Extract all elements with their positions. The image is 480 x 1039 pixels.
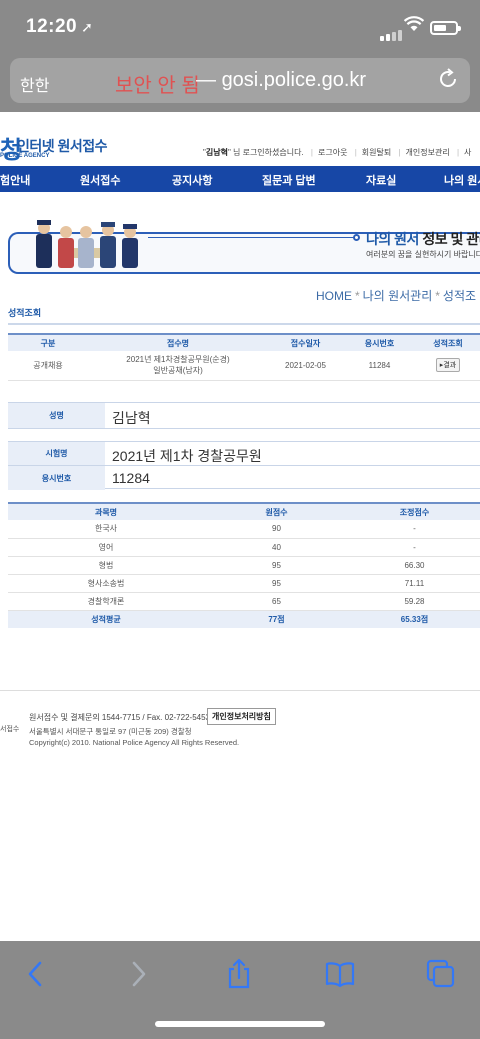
header-date: 접수일자 [268,334,343,351]
section-title: 성적조회 [8,308,42,318]
status-time: 12:20 ➚ [26,16,94,37]
header-name: 접수명 [88,334,268,351]
cell-subject: 경찰학개론 [8,592,204,611]
exam-row: 시험명 2021년 제1차 경찰공무원 [8,442,480,466]
table-row: 형법 95 66.30 [8,556,480,575]
police-officers-illustration [32,214,144,272]
cell-name: 2021년 제1차경찰공무원(순경) 일반공채(남자) [88,351,268,381]
cell-subject: 형법 [8,556,204,575]
table-row: 영어 40- [8,538,480,557]
home-indicator [155,1021,325,1027]
share-icon[interactable] [224,958,254,995]
footer-copyright: Copyright(c) 2010. National Police Agenc… [29,738,240,747]
logout-link[interactable]: 로그아웃 [318,148,347,157]
cell-adjusted: - [349,520,480,539]
cell-type: 공개채용 [8,351,88,381]
cell-raw: 40 [204,538,349,557]
section-divider [8,323,480,325]
name-info-box: 성명 김남혁 [8,402,480,429]
cell-adjusted: 71.11 [349,574,480,593]
name-label: 성명 [8,403,105,428]
number-value: 11284 [112,470,150,486]
banner-line [148,237,355,238]
exam-value: 2021년 제1차 경찰공무원 [112,448,262,464]
nav-qna[interactable]: 질문과 답변 [262,172,316,188]
privacy-policy-button[interactable]: 개인정보처리방침 [207,708,276,725]
application-table: 구분 접수명 접수일자 응시번호 성적조회 공개채용 2021년 제1차경찰공무… [8,333,480,381]
banner-title: 나의 원서 정보 및 관리 [366,231,480,247]
wifi-icon [403,16,425,37]
average-label: 성적평균 [8,610,204,628]
header-result: 성적조회 [416,334,480,351]
footer-contact: 원서접수 및 결제문의 1544-7715 / Fax. 02-722-5453 [29,713,210,722]
cellular-signal-icon [380,23,404,41]
main-nav: 험안내 원서접수 공지사항 질문과 답변 자료실 나의 원서 [0,166,480,192]
average-raw: 77점 [204,610,349,628]
view-result-button[interactable]: ▸결과 [435,358,461,373]
cell-raw: 90 [204,520,349,539]
more-link[interactable]: 사 [464,148,471,157]
cell-result: ▸결과 [416,351,480,381]
tabs-icon[interactable] [425,958,457,995]
reader-text-size-button[interactable]: 한한 [20,72,49,96]
average-adjusted: 65.33점 [349,610,480,628]
table-row: 형사소송법 95 71.11 [8,574,480,593]
logo-subtitle: POLICE AGENCY [0,153,50,159]
banner-subtitle: 여러분의 꿈을 실현하시기 바랍니다 [366,250,480,259]
cell-subject: 형사소송법 [8,574,204,593]
cell-adjusted: 66.30 [349,556,480,575]
nav-archive[interactable]: 자료실 [366,172,396,188]
breadcrumb-home[interactable]: HOME [316,289,352,303]
withdraw-link[interactable]: 회원탈퇴 [362,148,391,157]
number-label: 응시번호 [8,466,105,490]
header-raw: 원점수 [204,503,349,520]
nav-my-application[interactable]: 나의 원서 [444,172,480,188]
footer-address: 서울특별시 서대문구 통일로 97 (미근동 209) 경찰청 [29,727,192,736]
cell-adjusted: 59.28 [349,592,480,611]
name-value: 김남혁 [112,410,151,426]
nav-notice[interactable]: 공지사항 [172,172,212,188]
cell-adjusted: - [349,538,480,557]
user-name: 김남혁 [205,148,228,157]
login-message: 님 로그인하셨습니다. [233,148,304,157]
footer-side-label: 서접수 [0,726,20,733]
user-links: "김남혁" 님 로그인하셨습니다. | 로그아웃 | 회원탈퇴 | 개인정보관리 | 사 [203,148,472,157]
average-row: 성적평균 77점 65.33점 [8,610,480,628]
nav-exam-guide[interactable]: 험안내 [0,172,30,188]
score-table: 과목명 원점수 조정점수 한국사 90- 영어 40- 형법 95 66.30 형사소송… [8,502,480,628]
cell-subject: 영어 [8,538,204,557]
header-number: 응시번호 [343,334,416,351]
url-text[interactable]: — gosi.police.go.kr [196,69,366,92]
breadcrumb-current: 성적조 [442,289,477,303]
reload-icon[interactable] [436,67,460,96]
cell-number: 11284 [343,351,416,381]
cell-subject: 한국사 [8,520,204,539]
location-arrow-icon: ➚ [81,19,94,35]
nav-apply[interactable]: 원서접수 [80,172,120,188]
back-icon[interactable] [24,958,46,995]
breadcrumb-my-application[interactable]: 나의 원서관리 [363,289,433,303]
header-adjusted: 조정점수 [349,503,480,520]
table-row: 경찰학개론 65 59.28 [8,592,480,611]
battery-icon [430,21,461,35]
not-secure-label: 보안 안 됨 [115,75,200,97]
cell-date: 2021-02-05 [268,351,343,381]
cell-raw: 65 [204,592,349,611]
cell-raw: 95 [204,574,349,593]
forward-icon[interactable] [128,958,150,995]
footer-divider [0,690,480,691]
privacy-manage-link[interactable]: 개인정보관리 [406,148,450,157]
table-row: 공개채용 2021년 제1차경찰공무원(순경) 일반공채(남자) 2021-02-… [8,351,480,381]
bookmarks-icon[interactable] [324,958,356,995]
header-subject: 과목명 [8,503,204,520]
exam-info-box: 시험명 2021년 제1차 경찰공무원 응시번호 11284 [8,441,480,490]
table-row: 한국사 90- [8,520,480,539]
number-row: 응시번호 11284 [8,466,480,490]
header-type: 구분 [8,334,88,351]
breadcrumb: HOME * 나의 원서관리 * 성적조 [316,289,477,303]
exam-label: 시험명 [8,442,105,465]
cell-raw: 95 [204,556,349,575]
banner-dot [353,234,360,241]
